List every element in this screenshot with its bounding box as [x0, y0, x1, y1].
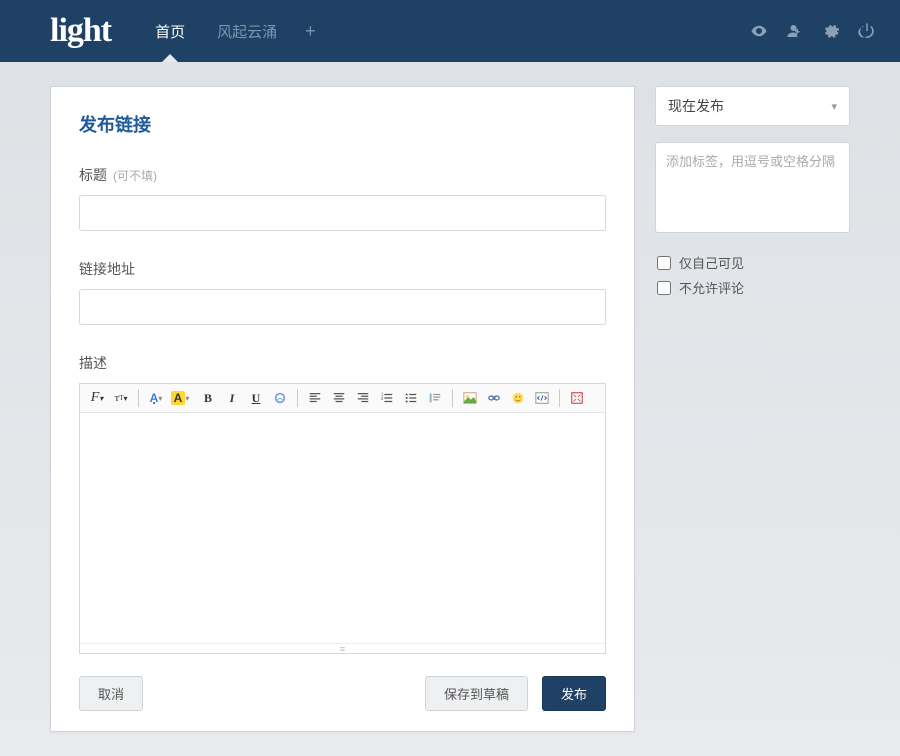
title-hint: (可不填) — [113, 167, 157, 184]
editor-toolbar: F▾ ᴛT▾ A▾ A▾ B I U — [80, 384, 605, 413]
desc-field: 描述 F▾ ᴛT▾ A▾ A▾ B I U — [79, 353, 606, 654]
bold-button[interactable]: B — [197, 388, 219, 408]
nav-item-fengqi[interactable]: 风起云涌 — [201, 0, 293, 62]
private-checkbox[interactable] — [657, 256, 671, 270]
tags-box[interactable] — [655, 142, 850, 233]
desc-label: 描述 — [79, 353, 606, 373]
save-draft-button[interactable]: 保存到草稿 — [425, 676, 528, 711]
title-field: 标题 (可不填) — [79, 165, 606, 231]
toolbar-separator — [452, 389, 453, 407]
ordered-list-button[interactable]: 12 — [376, 388, 398, 408]
font-family-button[interactable]: F▾ — [86, 388, 108, 408]
nav-item-home[interactable]: 首页 — [139, 0, 201, 62]
insert-link-button[interactable] — [483, 388, 505, 408]
url-label: 链接地址 — [79, 259, 606, 279]
tags-input[interactable] — [666, 151, 839, 221]
title-input[interactable] — [79, 195, 606, 231]
align-center-button[interactable] — [328, 388, 350, 408]
underline-button[interactable]: U — [245, 388, 267, 408]
rich-editor: F▾ ᴛT▾ A▾ A▾ B I U — [79, 383, 606, 654]
private-checkbox-row[interactable]: 仅自己可见 — [655, 253, 850, 272]
clear-format-button[interactable] — [269, 388, 291, 408]
unordered-list-button[interactable] — [400, 388, 422, 408]
publish-time-select[interactable]: 现在发布 ▾ — [655, 86, 850, 126]
publish-button[interactable]: 发布 — [542, 676, 606, 711]
no-comment-label: 不允许评论 — [679, 278, 744, 297]
main-panel: 发布链接 标题 (可不填) 链接地址 描述 F▾ ᴛT▾ — [50, 86, 635, 732]
power-icon[interactable] — [858, 22, 876, 40]
cancel-button[interactable]: 取消 — [79, 676, 143, 711]
page-body: 发布链接 标题 (可不填) 链接地址 描述 F▾ ᴛT▾ — [0, 62, 900, 756]
italic-button[interactable]: I — [221, 388, 243, 408]
nav-links: 首页 风起云涌 + — [139, 0, 328, 62]
navbar: light 首页 风起云涌 + — [0, 0, 900, 62]
forecolor-button[interactable]: A▾ — [145, 388, 167, 408]
blockquote-button[interactable] — [424, 388, 446, 408]
font-size-button[interactable]: ᴛT▾ — [110, 388, 132, 408]
title-label-text: 标题 — [79, 165, 107, 185]
main-actions: 取消 保存到草稿 发布 — [79, 676, 606, 711]
toolbar-separator — [138, 389, 139, 407]
no-comment-checkbox-row[interactable]: 不允许评论 — [655, 278, 850, 297]
add-user-icon[interactable] — [786, 22, 804, 40]
private-label: 仅自己可见 — [679, 253, 744, 272]
eye-icon[interactable] — [750, 22, 768, 40]
align-right-button[interactable] — [352, 388, 374, 408]
gear-icon[interactable] — [822, 22, 840, 40]
toolbar-separator — [559, 389, 560, 407]
sidebar: 现在发布 ▾ 仅自己可见 不允许评论 — [655, 86, 850, 732]
insert-emoji-button[interactable] — [507, 388, 529, 408]
no-comment-checkbox[interactable] — [657, 281, 671, 295]
backcolor-button[interactable]: A▾ — [169, 388, 191, 408]
panel-title: 发布链接 — [79, 111, 606, 137]
chevron-down-icon: ▾ — [831, 100, 837, 113]
url-field: 链接地址 — [79, 259, 606, 325]
nav-add-button[interactable]: + — [293, 21, 328, 42]
url-input[interactable] — [79, 289, 606, 325]
title-label: 标题 (可不填) — [79, 165, 606, 185]
visibility-options: 仅自己可见 不允许评论 — [655, 249, 850, 303]
svg-text:2: 2 — [381, 396, 384, 401]
editor-resize-handle[interactable]: ≡ — [80, 643, 605, 653]
align-left-button[interactable] — [304, 388, 326, 408]
logo[interactable]: light — [50, 12, 111, 50]
insert-code-button[interactable] — [531, 388, 553, 408]
nav-right — [750, 22, 876, 40]
publish-time-label: 现在发布 — [668, 96, 724, 116]
fullscreen-button[interactable] — [566, 388, 588, 408]
insert-image-button[interactable] — [459, 388, 481, 408]
editor-body[interactable] — [80, 413, 605, 643]
toolbar-separator — [297, 389, 298, 407]
